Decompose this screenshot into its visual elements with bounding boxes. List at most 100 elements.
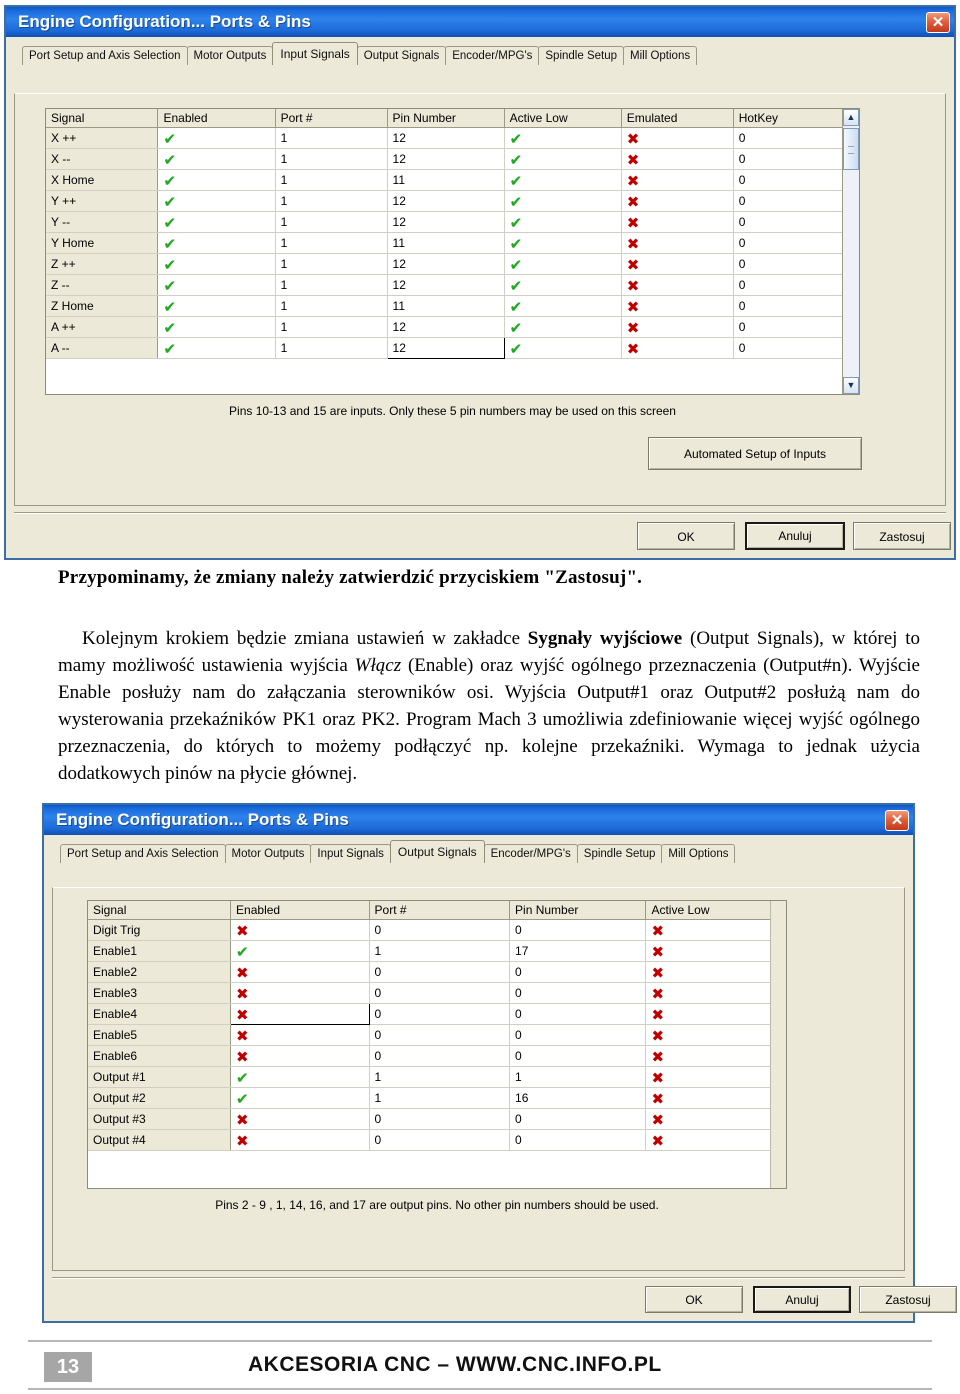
cell-emulated[interactable]: ✖	[621, 337, 734, 359]
cell-pin-number[interactable]: 1	[509, 1066, 647, 1088]
cell-enabled[interactable]: ✖	[230, 1024, 370, 1046]
cross-icon[interactable]: ✖	[627, 215, 641, 230]
table-row[interactable]: Z ++ ✔ 1 12 ✔ ✖ 0	[46, 253, 859, 275]
table-row[interactable]: Output #2 ✔ 1 16 ✖	[88, 1087, 786, 1109]
table-row[interactable]: Output #3 ✖ 0 0 ✖	[88, 1108, 786, 1130]
cell-emulated[interactable]: ✖	[621, 253, 734, 275]
check-icon[interactable]: ✔	[510, 341, 524, 356]
cell-hotkey[interactable]: 0	[733, 274, 859, 296]
cross-icon[interactable]: ✖	[236, 986, 250, 1001]
check-icon[interactable]: ✔	[510, 236, 524, 251]
cell-enabled[interactable]: ✔	[157, 232, 276, 254]
cell-hotkey[interactable]: 0	[733, 169, 859, 191]
cell-enabled[interactable]: ✖	[230, 982, 370, 1004]
cell-hotkey[interactable]: 0	[733, 148, 859, 170]
engine-configuration-dialog-output-signals[interactable]: Engine Configuration... Ports & Pins ✕ P…	[42, 803, 957, 1323]
cell-port[interactable]: 1	[275, 211, 388, 233]
tab-encoder-mpgs[interactable]: Encoder/MPG's	[445, 46, 540, 65]
col-signal[interactable]: Signal	[46, 109, 159, 128]
table-row[interactable]: X -- ✔ 1 12 ✔ ✖ 0	[46, 148, 859, 170]
cell-enabled[interactable]: ✔	[157, 190, 276, 212]
apply-button[interactable]: Zastosuj	[859, 1286, 957, 1313]
ok-button[interactable]: OK	[637, 522, 735, 550]
tab-mill-options[interactable]: Mill Options	[661, 844, 736, 863]
table-row[interactable]: X Home ✔ 1 11 ✔ ✖ 0	[46, 169, 859, 191]
cell-emulated[interactable]: ✖	[621, 169, 734, 191]
tab-output-signals[interactable]: Output Signals	[356, 46, 447, 65]
cell-active-low[interactable]: ✖	[645, 1108, 786, 1130]
check-icon[interactable]: ✔	[163, 299, 177, 314]
check-icon[interactable]: ✔	[510, 320, 524, 335]
col-enabled[interactable]: Enabled	[230, 901, 370, 920]
cell-active-low[interactable]: ✖	[645, 1045, 786, 1067]
check-icon[interactable]: ✔	[510, 131, 524, 146]
cell-active-low[interactable]: ✖	[645, 1129, 786, 1151]
input-signals-grid[interactable]: Signal Enabled Port # Pin Number Active …	[45, 108, 860, 395]
cross-icon[interactable]: ✖	[236, 965, 250, 980]
cell-signal[interactable]: Enable6	[88, 1045, 232, 1067]
check-icon[interactable]: ✔	[510, 173, 524, 188]
cell-signal[interactable]: Output #4	[88, 1129, 232, 1151]
table-row[interactable]: Enable4 ✖ 0 0 ✖	[88, 1003, 786, 1025]
check-icon[interactable]: ✔	[163, 257, 177, 272]
col-pin-number[interactable]: Pin Number	[387, 109, 505, 128]
cell-signal[interactable]: A ++	[46, 316, 159, 338]
cross-icon[interactable]: ✖	[651, 1133, 665, 1148]
tab-input-signals[interactable]: Input Signals	[310, 844, 391, 863]
cell-enabled[interactable]: ✔	[157, 169, 276, 191]
check-icon[interactable]: ✔	[510, 194, 524, 209]
cell-emulated[interactable]: ✖	[621, 232, 734, 254]
cross-icon[interactable]: ✖	[627, 278, 641, 293]
table-row[interactable]: A ++ ✔ 1 12 ✔ ✖ 0	[46, 316, 859, 338]
cell-pin-number[interactable]: 0	[509, 1045, 647, 1067]
cell-active-low[interactable]: ✖	[645, 1024, 786, 1046]
cell-pin-number[interactable]: 11	[387, 232, 505, 254]
cell-pin-number[interactable]: 0	[509, 1129, 647, 1151]
cell-port[interactable]: 1	[275, 169, 388, 191]
cell-pin-number[interactable]: 0	[509, 982, 647, 1004]
cell-signal[interactable]: Z Home	[46, 295, 159, 317]
cell-emulated[interactable]: ✖	[621, 211, 734, 233]
check-icon[interactable]: ✔	[163, 173, 177, 188]
check-icon[interactable]: ✔	[510, 278, 524, 293]
cell-active-low[interactable]: ✖	[645, 919, 786, 941]
engine-configuration-dialog-input-signals[interactable]: Engine Configuration... Ports & Pins ✕ P…	[4, 5, 956, 560]
col-pin-number[interactable]: Pin Number	[509, 901, 647, 920]
cell-pin-number[interactable]: 0	[509, 1024, 647, 1046]
col-signal[interactable]: Signal	[88, 901, 232, 920]
cell-enabled[interactable]: ✖	[230, 1129, 370, 1151]
cell-port[interactable]: 1	[275, 148, 388, 170]
cell-hotkey[interactable]: 0	[733, 316, 859, 338]
cell-enabled[interactable]: ✔	[157, 337, 276, 359]
cell-active-low[interactable]: ✖	[645, 1087, 786, 1109]
cell-hotkey[interactable]: 0	[733, 211, 859, 233]
cell-pin-number[interactable]: 0	[509, 919, 647, 941]
cell-port[interactable]: 1	[275, 316, 388, 338]
cell-enabled[interactable]: ✔	[157, 127, 276, 149]
cell-port[interactable]: 0	[369, 982, 511, 1004]
input-signals-scrollbar[interactable]: ▲ ▼	[842, 109, 859, 394]
cross-icon[interactable]: ✖	[236, 1112, 250, 1127]
output-signals-grid[interactable]: Signal Enabled Port # Pin Number Active …	[87, 900, 787, 1189]
cell-active-low[interactable]: ✔	[504, 274, 622, 296]
cell-signal[interactable]: Y --	[46, 211, 159, 233]
cell-hotkey[interactable]: 0	[733, 232, 859, 254]
cell-emulated[interactable]: ✖	[621, 148, 734, 170]
cancel-button[interactable]: Anuluj	[753, 1286, 851, 1313]
table-row[interactable]: Y -- ✔ 1 12 ✔ ✖ 0	[46, 211, 859, 233]
col-port[interactable]: Port #	[275, 109, 388, 128]
cell-enabled[interactable]: ✔	[157, 274, 276, 296]
cell-pin-number[interactable]: 11	[387, 169, 505, 191]
cell-active-low[interactable]: ✖	[645, 1066, 786, 1088]
cell-port[interactable]: 1	[275, 190, 388, 212]
cross-icon[interactable]: ✖	[651, 923, 665, 938]
col-hotkey[interactable]: HotKey	[733, 109, 859, 128]
table-row[interactable]: Enable5 ✖ 0 0 ✖	[88, 1024, 786, 1046]
cell-active-low[interactable]: ✔	[504, 295, 622, 317]
check-icon[interactable]: ✔	[510, 257, 524, 272]
cell-pin-number[interactable]: 12	[387, 190, 505, 212]
cell-signal[interactable]: Z ++	[46, 253, 159, 275]
cancel-button[interactable]: Anuluj	[745, 522, 845, 550]
col-emulated[interactable]: Emulated	[621, 109, 734, 128]
cell-pin-number[interactable]: 12	[387, 316, 505, 338]
